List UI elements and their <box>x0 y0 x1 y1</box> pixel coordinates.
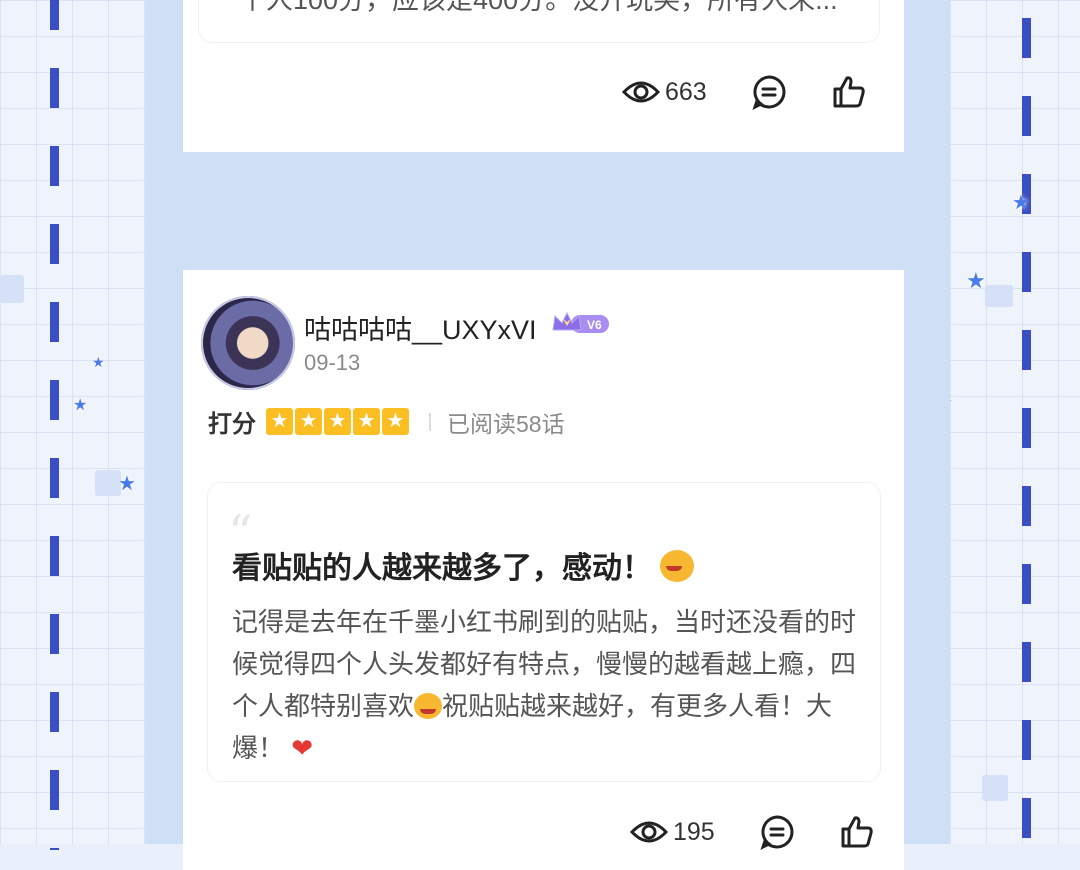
view-count: 663 <box>665 77 707 106</box>
smiling-face-hearts-icon <box>414 693 443 719</box>
red-heart-icon: ❤ <box>291 733 314 763</box>
decor-square <box>985 285 1013 307</box>
view-count-button[interactable]: 195 <box>629 817 715 847</box>
review-body: 记得是去年在千墨小红书刷到的贴贴，当时还没看的时候觉得四个人头发都好有特点，慢慢… <box>232 607 857 763</box>
star-icon: ★ <box>92 354 105 370</box>
star-icon: ★ <box>295 408 322 435</box>
view-count: 195 <box>673 817 715 846</box>
review-card[interactable]: 咕咕咕咕__UXYxVI V6 09-13 打分 ★ ★ ★ ★ ★ 已阅读58… <box>183 270 904 870</box>
comment-icon <box>752 75 786 110</box>
review-excerpt-box[interactable]: 个人100分，应该是400分。没开玩笑，所有人来... <box>198 0 880 43</box>
post-actions: 195 <box>629 814 875 850</box>
thumbs-up-icon <box>833 76 865 108</box>
review-excerpt: 个人100分，应该是400分。没开玩笑，所有人来... <box>239 0 838 15</box>
comment-button[interactable] <box>759 814 795 850</box>
star-icon: ★ <box>324 408 351 435</box>
star-icon: ★ <box>266 408 293 435</box>
decor-square <box>982 775 1008 801</box>
user-avatar[interactable] <box>201 296 295 390</box>
thumbs-up-icon <box>841 816 873 848</box>
username[interactable]: 咕咕咕咕__UXYxVI <box>304 308 537 347</box>
crown-icon: V6 <box>552 311 609 333</box>
star-icon: ★ <box>1012 192 1030 214</box>
left-decor-panel <box>0 0 145 844</box>
eye-icon <box>629 821 669 843</box>
level-badge: V6 <box>587 318 602 332</box>
star-icon: ★ <box>966 268 986 293</box>
comment-icon <box>760 815 794 850</box>
right-decor-panel <box>950 0 1080 844</box>
rating-row: 打分 ★ ★ ★ ★ ★ 已阅读58话 <box>208 404 565 439</box>
star-icon: ★ <box>353 408 380 435</box>
rating-stars: ★ ★ ★ ★ ★ <box>266 408 411 435</box>
star-icon: ★ <box>382 408 409 435</box>
smiling-face-hearts-icon <box>660 550 695 582</box>
review-title: 看贴贴的人越来越多了，感动！ <box>232 543 695 587</box>
review-content-box[interactable]: “ 看贴贴的人越来越多了，感动！ 记得是去年在千墨小红书刷到的贴贴，当时还没看的… <box>207 482 881 782</box>
read-progress: 已阅读58话 <box>447 410 565 437</box>
star-icon: ★ <box>118 473 136 495</box>
post-actions: 663 <box>621 74 867 110</box>
star-icon: ★ <box>73 397 88 414</box>
eye-icon <box>621 81 661 103</box>
rating-label: 打分 <box>208 411 256 438</box>
divider <box>429 412 431 431</box>
decor-square <box>0 275 24 303</box>
right-dashed-line <box>1022 18 1031 848</box>
view-count-button[interactable]: 663 <box>621 77 707 107</box>
post-date: 09-13 <box>304 350 361 375</box>
comment-button[interactable] <box>751 74 787 110</box>
like-button[interactable] <box>839 814 875 850</box>
review-card-previous[interactable]: 个人100分，应该是400分。没开玩笑，所有人来... 663 <box>183 0 904 152</box>
like-button[interactable] <box>831 74 867 110</box>
left-dashed-line <box>50 0 59 850</box>
